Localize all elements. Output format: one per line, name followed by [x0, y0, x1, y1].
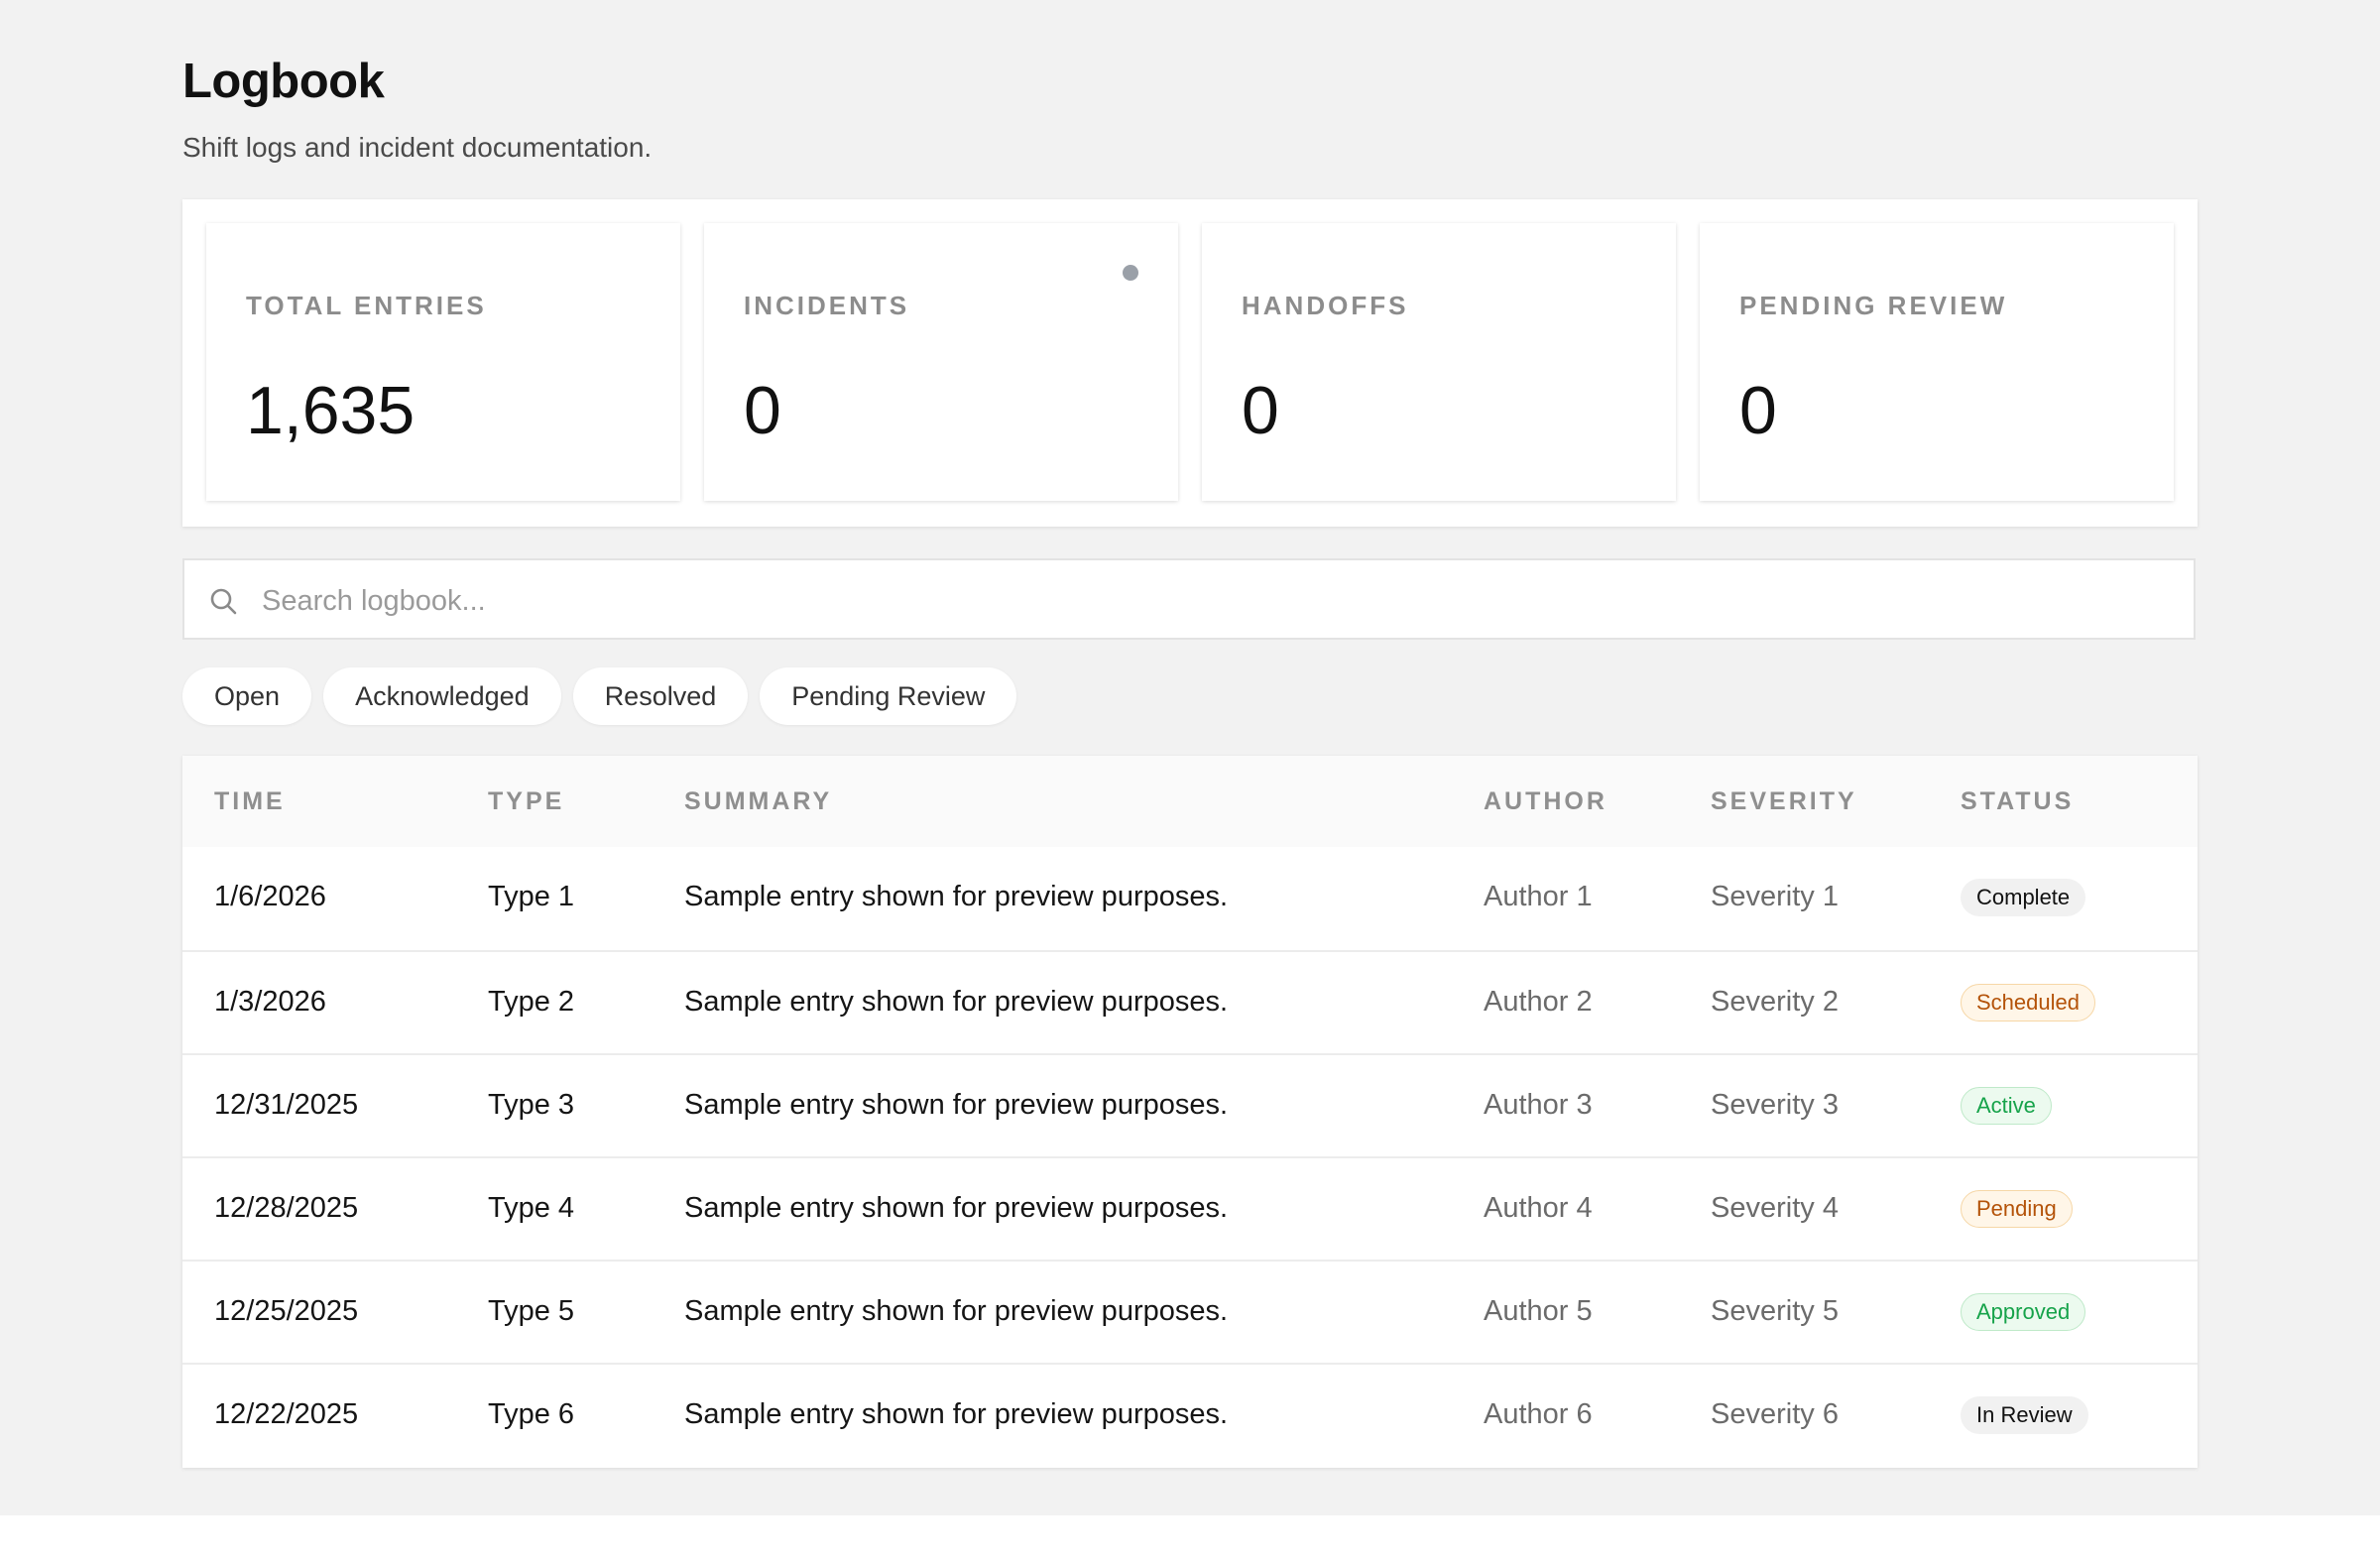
page-title: Logbook — [182, 55, 385, 108]
stat-value: 0 — [1739, 373, 1777, 448]
table-header: TIME TYPE SUMMARY AUTHOR SEVERITY STATUS — [182, 756, 2198, 847]
table-row[interactable]: 1/6/2026 Type 1 Sample entry shown for p… — [182, 847, 2198, 950]
status-filter-chips: Open Acknowledged Resolved Pending Revie… — [182, 667, 1017, 725]
logbook-table: TIME TYPE SUMMARY AUTHOR SEVERITY STATUS… — [182, 756, 2198, 1468]
stat-card-total-entries: TOTAL ENTRIES 1,635 — [206, 223, 680, 501]
status-badge: Complete — [1961, 879, 2086, 916]
cell-time: 1/6/2026 — [214, 881, 326, 912]
cell-severity: Severity 2 — [1711, 986, 1839, 1018]
status-badge: In Review — [1961, 1396, 2088, 1434]
table-row[interactable]: 12/25/2025 Type 5 Sample entry shown for… — [182, 1260, 2198, 1363]
table-row[interactable]: 12/31/2025 Type 3 Sample entry shown for… — [182, 1053, 2198, 1156]
cell-summary: Sample entry shown for preview purposes. — [684, 1295, 1229, 1327]
stat-label: INCIDENTS — [744, 291, 910, 320]
column-header-time[interactable]: TIME — [214, 787, 286, 816]
cell-type: Type 3 — [488, 1089, 575, 1121]
stats-panel: TOTAL ENTRIES 1,635 INCIDENTS 0 HANDOFFS… — [182, 199, 2198, 527]
column-header-author[interactable]: AUTHOR — [1484, 787, 1607, 816]
status-badge: Pending — [1961, 1190, 2073, 1228]
stat-label: PENDING REVIEW — [1739, 291, 2008, 320]
stat-value: 1,635 — [246, 373, 416, 448]
cell-time: 12/22/2025 — [214, 1398, 359, 1430]
filter-chip-acknowledged[interactable]: Acknowledged — [323, 667, 561, 725]
cell-severity: Severity 3 — [1711, 1089, 1839, 1121]
page-subtitle: Shift logs and incident documentation. — [182, 132, 653, 163]
search-input[interactable] — [260, 572, 2148, 630]
filter-chip-resolved[interactable]: Resolved — [572, 667, 749, 725]
status-dot-icon — [1123, 265, 1138, 281]
table-row[interactable]: 12/28/2025 Type 4 Sample entry shown for… — [182, 1156, 2198, 1260]
cell-type: Type 6 — [488, 1398, 575, 1430]
stat-card-pending-review: PENDING REVIEW 0 — [1700, 223, 2174, 501]
cell-summary: Sample entry shown for preview purposes. — [684, 986, 1229, 1018]
cell-author: Author 5 — [1484, 1295, 1593, 1327]
cell-type: Type 4 — [488, 1192, 575, 1224]
table-row[interactable]: 1/3/2026 Type 2 Sample entry shown for p… — [182, 950, 2198, 1053]
cell-type: Type 1 — [488, 881, 575, 912]
cell-type: Type 2 — [488, 986, 575, 1018]
cell-author: Author 2 — [1484, 986, 1593, 1018]
cell-type: Type 5 — [488, 1295, 575, 1327]
cell-time: 12/25/2025 — [214, 1295, 359, 1327]
status-badge: Approved — [1961, 1293, 2086, 1331]
status-badge: Active — [1961, 1087, 2052, 1125]
filter-chip-open[interactable]: Open — [182, 667, 312, 725]
search-box[interactable] — [182, 558, 2196, 640]
stat-label: HANDOFFS — [1242, 291, 1409, 320]
filter-chip-pending-review[interactable]: Pending Review — [760, 667, 1017, 725]
cell-severity: Severity 1 — [1711, 881, 1839, 912]
column-header-status[interactable]: STATUS — [1961, 787, 2074, 816]
cell-severity: Severity 4 — [1711, 1192, 1839, 1224]
cell-author: Author 1 — [1484, 881, 1593, 912]
stat-card-incidents: INCIDENTS 0 — [704, 223, 1178, 501]
column-header-severity[interactable]: SEVERITY — [1711, 787, 1857, 816]
stat-value: 0 — [1242, 373, 1279, 448]
cell-summary: Sample entry shown for preview purposes. — [684, 1398, 1229, 1430]
cell-time: 12/31/2025 — [214, 1089, 359, 1121]
cell-summary: Sample entry shown for preview purposes. — [684, 1192, 1229, 1224]
cell-author: Author 4 — [1484, 1192, 1593, 1224]
column-header-type[interactable]: TYPE — [488, 787, 564, 816]
stat-value: 0 — [744, 373, 781, 448]
status-badge: Scheduled — [1961, 984, 2095, 1022]
cell-summary: Sample entry shown for preview purposes. — [684, 881, 1229, 912]
cell-author: Author 3 — [1484, 1089, 1593, 1121]
column-header-summary[interactable]: SUMMARY — [684, 787, 832, 816]
cell-time: 1/3/2026 — [214, 986, 326, 1018]
cell-author: Author 6 — [1484, 1398, 1593, 1430]
cell-summary: Sample entry shown for preview purposes. — [684, 1089, 1229, 1121]
cell-severity: Severity 5 — [1711, 1295, 1839, 1327]
stat-card-handoffs: HANDOFFS 0 — [1202, 223, 1676, 501]
stat-label: TOTAL ENTRIES — [246, 291, 487, 320]
search-icon — [210, 588, 237, 615]
cell-time: 12/28/2025 — [214, 1192, 359, 1224]
table-row[interactable]: 12/22/2025 Type 6 Sample entry shown for… — [182, 1363, 2198, 1466]
cell-severity: Severity 6 — [1711, 1398, 1839, 1430]
